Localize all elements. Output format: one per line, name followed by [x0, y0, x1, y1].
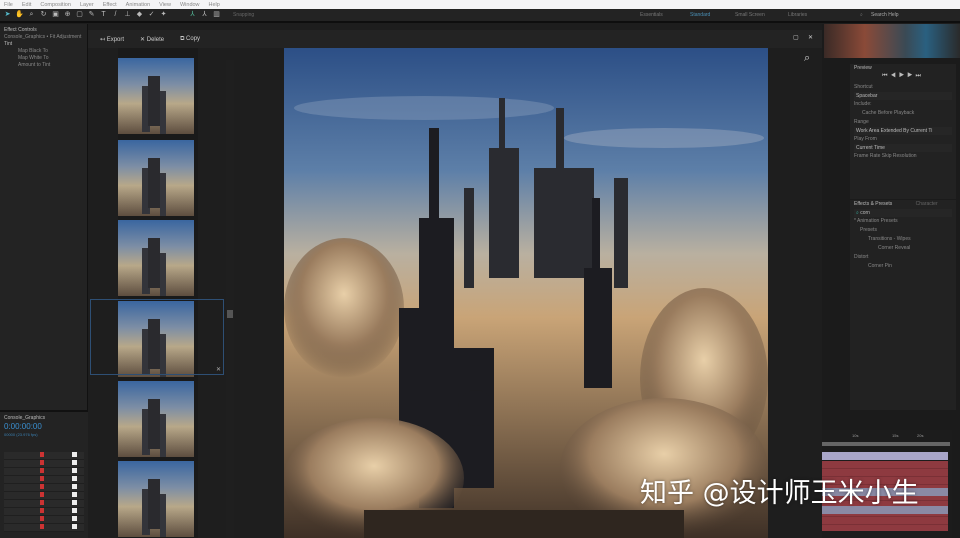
- shortcut-select[interactable]: Spacebar: [854, 92, 952, 100]
- menu-file[interactable]: File: [4, 2, 13, 8]
- playfrom-select[interactable]: Current Time: [854, 144, 952, 152]
- workspace-small-screen[interactable]: Small Screen: [735, 12, 765, 18]
- menu-animation[interactable]: Animation: [126, 2, 150, 8]
- timeline-panel: Console_Graphics 0:00:00:00 00000 (23.97…: [0, 410, 88, 538]
- hand-tool-icon[interactable]: ✋: [15, 11, 24, 19]
- effect-controls-tab[interactable]: Effect Controls: [0, 27, 87, 34]
- zoom-tool-icon[interactable]: ⌕: [27, 11, 36, 19]
- tree-corner-reveal[interactable]: Corner Reveal: [850, 244, 956, 253]
- text-tool-icon[interactable]: T: [99, 11, 108, 19]
- watermark: 知乎 @设计师玉米小生: [640, 478, 919, 509]
- main-image: [284, 48, 768, 538]
- effects-presets-tab[interactable]: Effects & Presets Character: [850, 200, 956, 209]
- remove-thumbnail-icon[interactable]: ✕: [216, 366, 221, 373]
- stamp-tool-icon[interactable]: ⊥: [123, 11, 132, 19]
- menu-view[interactable]: View: [159, 2, 171, 8]
- workspace-essentials[interactable]: Essentials: [640, 12, 663, 18]
- eraser-tool-icon[interactable]: ◆: [135, 11, 144, 19]
- ruler-10s: 10s: [852, 433, 859, 438]
- menu-effect[interactable]: Effect: [103, 2, 117, 8]
- brush-tool-icon[interactable]: /: [111, 11, 120, 19]
- timecode[interactable]: 0:00:00:00: [0, 422, 88, 432]
- ruler-15s: 15s: [892, 433, 899, 438]
- image-viewer: ↤ Export ✕ Delete ⧉ Copy ▢ ✕ ✕ ⌕: [88, 30, 822, 538]
- delete-button[interactable]: ✕ Delete: [140, 36, 164, 43]
- prop-amount[interactable]: Amount to Tint: [0, 62, 87, 69]
- thumbnail[interactable]: [118, 381, 194, 457]
- copy-button[interactable]: ⧉ Copy: [180, 36, 200, 43]
- effect-controls-panel: Effect Controls Console_Graphics • Fit A…: [0, 24, 88, 410]
- preview-panel: Preview ⏮◀▶▶⏭ Shortcut Spacebar Include:…: [850, 64, 956, 199]
- camera-tool-icon[interactable]: ▣: [51, 11, 60, 19]
- thumbnail[interactable]: [118, 461, 194, 537]
- rect-tool-icon[interactable]: ▢: [75, 11, 84, 19]
- timeline-comp-tab[interactable]: Console_Graphics: [0, 415, 88, 422]
- roto-tool-icon[interactable]: ✓: [147, 11, 156, 19]
- axis-world-icon[interactable]: ⅄: [200, 11, 209, 19]
- menu-edit[interactable]: Edit: [22, 2, 31, 8]
- tree-presets[interactable]: Presets: [850, 226, 956, 235]
- tree-transitions-wipes[interactable]: Transitions - Wipes: [850, 235, 956, 244]
- effect-controls-subtitle: Console_Graphics • Fit Adjustment: [4, 34, 82, 40]
- menu-bar: File Edit Composition Layer Effect Anima…: [0, 0, 960, 9]
- export-button[interactable]: ↤ Export: [100, 36, 124, 43]
- menu-help[interactable]: Help: [209, 2, 220, 8]
- thumbnail[interactable]: [118, 58, 194, 134]
- thumbnail[interactable]: [118, 220, 194, 296]
- close-icon[interactable]: ✕: [808, 34, 813, 41]
- snapping-label[interactable]: Snapping: [233, 12, 254, 18]
- frame-count: 00000 (23.976 fps): [4, 432, 38, 437]
- effect-tint[interactable]: Tint: [0, 41, 87, 48]
- search-help-input[interactable]: Search Help: [871, 12, 899, 18]
- axis-view-icon[interactable]: ▥: [212, 11, 221, 19]
- maximize-icon[interactable]: ▢: [793, 34, 799, 41]
- pan-tool-icon[interactable]: ⊕: [63, 11, 72, 19]
- effects-presets-panel: Effects & Presets Character ⌕ corn * Ani…: [850, 200, 956, 410]
- work-area-bar[interactable]: [822, 442, 950, 446]
- playback-controls[interactable]: ⏮◀▶▶⏭: [850, 73, 956, 83]
- menu-layer[interactable]: Layer: [80, 2, 94, 8]
- range-label: Range: [854, 119, 869, 125]
- range-select[interactable]: Work Area Extended By Current Ti: [854, 127, 952, 135]
- pen-tool-icon[interactable]: ✎: [87, 11, 96, 19]
- framerate-label: Frame Rate Skip Resolution: [854, 153, 917, 159]
- layer-bar[interactable]: [822, 452, 948, 460]
- right-panels: Preview ⏮◀▶▶⏭ Shortcut Spacebar Include:…: [822, 24, 960, 538]
- search-icon[interactable]: ⌕: [860, 12, 863, 18]
- layer-swatches: [72, 452, 77, 532]
- thumbnail[interactable]: [118, 140, 194, 216]
- rotate-tool-icon[interactable]: ↻: [39, 11, 48, 19]
- strip-scrollbar[interactable]: [226, 60, 234, 538]
- scrollbar-thumb[interactable]: [227, 310, 233, 318]
- layer-list[interactable]: [4, 452, 84, 532]
- prop-map-white[interactable]: Map White To: [0, 55, 87, 62]
- pin-tool-icon[interactable]: ✦: [159, 11, 168, 19]
- tree-animation-presets[interactable]: * Animation Presets: [850, 217, 956, 226]
- playfrom-label: Play From: [854, 136, 877, 142]
- menu-composition[interactable]: Composition: [40, 2, 71, 8]
- zoom-icon[interactable]: ⌕: [804, 52, 810, 65]
- character-tab[interactable]: Character: [916, 201, 938, 207]
- prop-map-black[interactable]: Map Black To: [0, 48, 87, 55]
- workspace-standard[interactable]: Standard: [690, 12, 710, 18]
- info-panel: [824, 24, 960, 58]
- effects-search-input[interactable]: ⌕ corn: [854, 209, 952, 217]
- tree-distort[interactable]: Distort: [850, 253, 956, 262]
- ruler-20s: 20s: [917, 433, 924, 438]
- selection-tool-icon[interactable]: ➤: [3, 11, 12, 19]
- axis-icon[interactable]: ⅄: [188, 11, 197, 19]
- selected-thumbnail-frame[interactable]: ✕: [90, 299, 224, 375]
- toolbar: ➤ ✋ ⌕ ↻ ▣ ⊕ ▢ ✎ T / ⊥ ◆ ✓ ✦ ⅄ ⅄ ▥ Snappi…: [0, 9, 960, 23]
- include-label: Include:: [854, 101, 872, 107]
- shortcut-label: Shortcut: [854, 84, 873, 90]
- tree-corner-pin[interactable]: Corner Pin: [850, 262, 956, 271]
- preview-title: Preview: [854, 65, 872, 71]
- thumbnail-strip[interactable]: [118, 48, 198, 538]
- layer-labels: [40, 452, 44, 532]
- menu-window[interactable]: Window: [180, 2, 200, 8]
- cache-checkbox[interactable]: Cache Before Playback: [850, 109, 956, 118]
- viewer-toolbar: ↤ Export ✕ Delete ⧉ Copy ▢ ✕: [88, 30, 822, 48]
- workspace-libraries[interactable]: Libraries: [788, 12, 807, 18]
